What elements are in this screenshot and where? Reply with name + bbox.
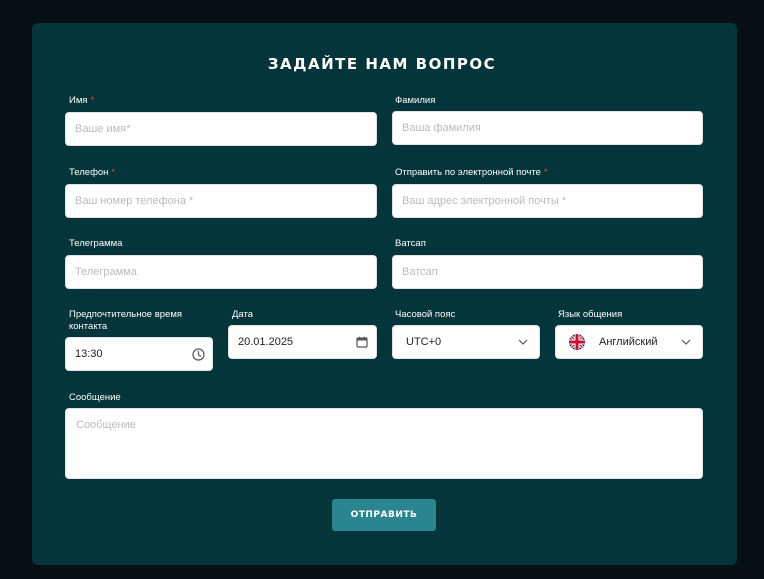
timezone-label: Часовой пояс xyxy=(395,309,456,320)
message-textarea[interactable]: Сообщение xyxy=(65,408,703,479)
last-name-placeholder: Ваша фамилия xyxy=(402,122,481,134)
required-marker: * xyxy=(543,167,548,178)
first-name-placeholder: Ваше имя* xyxy=(75,123,131,135)
first-name-label: Имя * xyxy=(69,95,95,106)
last-name-input[interactable]: Ваша фамилия xyxy=(392,111,703,145)
telegram-label: Телеграмма xyxy=(69,238,123,249)
language-label: Язык общения xyxy=(558,309,623,320)
first-name-input[interactable]: Ваше имя* xyxy=(65,112,377,146)
preferred-time-value: 13:30 xyxy=(75,348,103,360)
clock-icon[interactable] xyxy=(191,347,205,361)
chevron-down-icon xyxy=(679,335,693,349)
form-title: ЗАДАЙТЕ НАМ ВОПРОС xyxy=(267,55,497,73)
last-name-label: Фамилия xyxy=(395,95,436,106)
message-label: Сообщение xyxy=(69,392,121,403)
calendar-icon[interactable] xyxy=(355,335,369,349)
email-input[interactable]: Ваш адрес электронной почты * xyxy=(392,184,703,218)
preferred-time-input[interactable]: 13:30 xyxy=(65,337,213,371)
phone-label: Телефон * xyxy=(69,167,116,178)
telegram-input[interactable]: Телеграмма xyxy=(65,255,377,289)
phone-placeholder: Ваш номер телефона * xyxy=(75,195,194,207)
chevron-down-icon xyxy=(516,335,530,349)
preferred-time-label: Предпочтительное время контакта xyxy=(69,309,183,332)
submit-button[interactable]: ОТПРАВИТЬ xyxy=(332,499,436,531)
uk-flag-icon xyxy=(569,334,585,350)
timezone-select[interactable]: UTC+0 xyxy=(392,325,540,359)
question-form-card xyxy=(32,23,737,565)
required-marker: * xyxy=(111,167,116,178)
whatsapp-label: Ватсап xyxy=(395,238,426,249)
message-placeholder: Сообщение xyxy=(76,419,136,431)
phone-input[interactable]: Ваш номер телефона * xyxy=(65,184,377,218)
language-select[interactable]: Английский xyxy=(555,325,703,359)
date-value: 20.01.2025 xyxy=(238,336,294,348)
whatsapp-input[interactable]: Ватсап xyxy=(392,255,703,289)
date-input[interactable]: 20.01.2025 xyxy=(228,325,377,359)
language-value: Английский xyxy=(599,336,658,348)
email-label: Отправить по электронной почте * xyxy=(395,167,548,178)
whatsapp-placeholder: Ватсап xyxy=(402,266,438,278)
required-marker: * xyxy=(90,95,95,106)
telegram-placeholder: Телеграмма xyxy=(75,266,137,278)
date-label: Дата xyxy=(232,309,254,320)
email-placeholder: Ваш адрес электронной почты * xyxy=(402,195,567,207)
timezone-value: UTC+0 xyxy=(406,336,442,348)
